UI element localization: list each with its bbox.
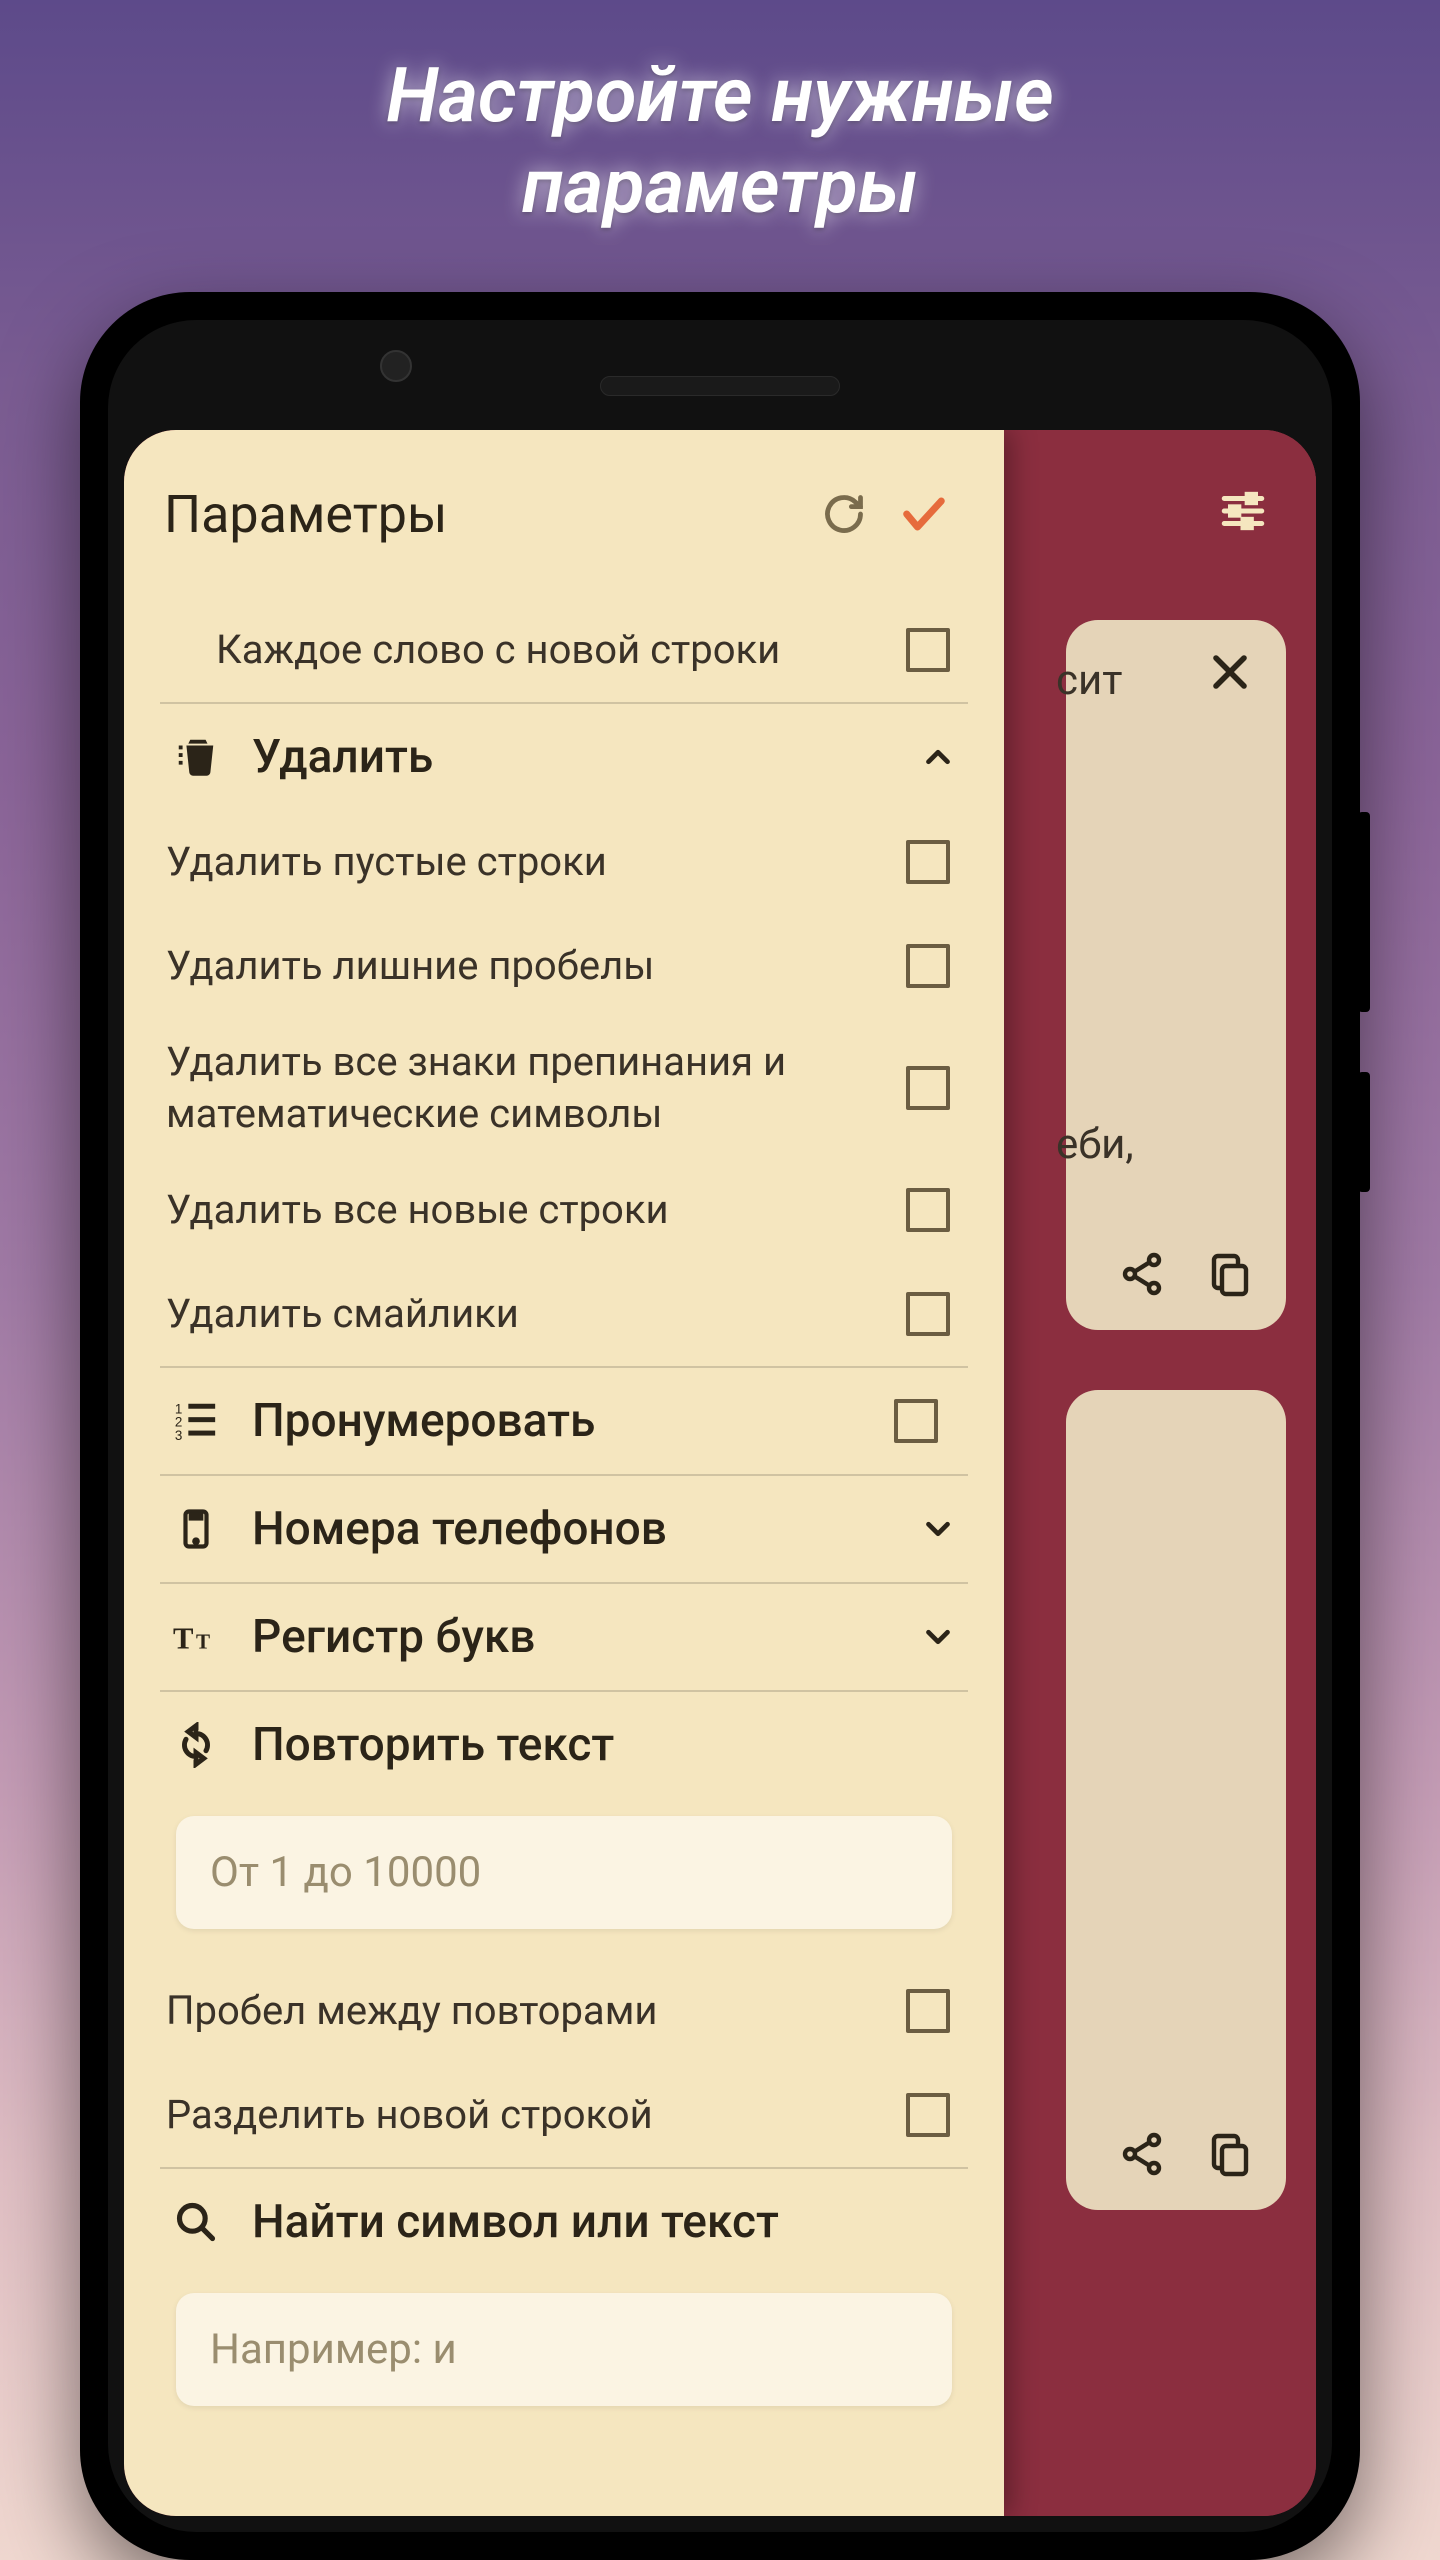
section-title: Удалить	[226, 730, 914, 784]
option-delete-empty-lines[interactable]: Удалить пустые строки	[160, 810, 968, 914]
checkbox[interactable]	[906, 1292, 950, 1336]
checkbox[interactable]	[894, 1399, 938, 1443]
option-space-between-repeats[interactable]: Пробел между повторами	[160, 1959, 968, 2063]
checkbox[interactable]	[906, 1066, 950, 1110]
section-enumerate[interactable]: 123 Пронумеровать	[160, 1366, 968, 1474]
search-icon	[166, 2200, 226, 2244]
partial-text: еби,	[1056, 1120, 1134, 1169]
phone-icon	[166, 1508, 226, 1550]
repeat-icon	[166, 1722, 226, 1768]
trash-icon	[166, 734, 226, 780]
find-input[interactable]: Например: и	[176, 2293, 952, 2406]
partial-text: сит	[1056, 656, 1122, 705]
option-label: Удалить лишние пробелы	[166, 940, 906, 992]
close-icon[interactable]	[1206, 648, 1254, 696]
panel-header: Параметры	[124, 430, 1004, 598]
section-title: Пронумеровать	[226, 1394, 894, 1448]
phone-side-button	[1358, 812, 1370, 1012]
refresh-button[interactable]	[804, 492, 884, 536]
section-title: Номера телефонов	[226, 1502, 914, 1556]
confirm-button[interactable]	[884, 488, 964, 540]
option-delete-punctuation[interactable]: Удалить все знаки препинания и математич…	[160, 1018, 968, 1158]
phone-speaker	[600, 376, 840, 396]
checkbox[interactable]	[906, 840, 950, 884]
phone-frame: сит еби,	[80, 292, 1360, 2560]
chevron-up-icon	[914, 738, 962, 776]
checkbox[interactable]	[906, 1188, 950, 1232]
section-delete[interactable]: Удалить	[160, 702, 968, 810]
section-title: Найти символ или текст	[226, 2195, 962, 2249]
section-phone-numbers[interactable]: Номера телефонов	[160, 1474, 968, 1582]
promo-heading: Настройте нужные параметры	[386, 50, 1054, 232]
section-repeat[interactable]: Повторить текст	[160, 1690, 968, 1798]
share-icon[interactable]	[1118, 2130, 1166, 2178]
option-label: Удалить смайлики	[166, 1288, 906, 1340]
section-letter-case[interactable]: TT Регистр букв	[160, 1582, 968, 1690]
section-title: Регистр букв	[226, 1610, 914, 1664]
option-label: Разделить новой строкой	[166, 2089, 906, 2141]
option-label: Каждое слово с новой строки	[166, 624, 906, 676]
checkbox[interactable]	[906, 944, 950, 988]
list-numbered-icon: 123	[166, 1398, 226, 1444]
option-delete-new-lines[interactable]: Удалить все новые строки	[160, 1158, 968, 1262]
checkbox[interactable]	[906, 2093, 950, 2137]
share-icon[interactable]	[1118, 1250, 1166, 1298]
option-label: Удалить пустые строки	[166, 836, 906, 888]
svg-text:3: 3	[175, 1429, 182, 1444]
app-screen: сит еби,	[124, 430, 1316, 2516]
checkbox[interactable]	[906, 1989, 950, 2033]
svg-text:T: T	[173, 1622, 193, 1656]
parameters-panel: Параметры Каждое слово с новой строки	[124, 430, 1004, 2516]
text-case-icon: TT	[166, 1614, 226, 1660]
option-delete-emoji[interactable]: Удалить смайлики	[160, 1262, 968, 1366]
phone-side-button	[1358, 1072, 1370, 1192]
copy-icon[interactable]	[1206, 1250, 1254, 1298]
tune-icon[interactable]	[1218, 486, 1268, 536]
checkbox[interactable]	[906, 628, 950, 672]
option-each-word-new-line[interactable]: Каждое слово с новой строки	[160, 598, 968, 702]
background-card: сит еби,	[1066, 620, 1286, 1330]
option-label: Удалить все знаки препинания и математич…	[166, 1036, 906, 1140]
chevron-down-icon	[914, 1618, 962, 1656]
background-card	[1066, 1390, 1286, 2210]
repeat-count-input[interactable]: От 1 до 10000	[176, 1816, 952, 1929]
option-delete-extra-spaces[interactable]: Удалить лишние пробелы	[160, 914, 968, 1018]
option-label: Удалить все новые строки	[166, 1184, 906, 1236]
panel-title: Параметры	[164, 484, 804, 545]
option-split-newline[interactable]: Разделить новой строкой	[160, 2063, 968, 2167]
option-label: Пробел между повторами	[166, 1985, 906, 2037]
chevron-down-icon	[914, 1510, 962, 1548]
section-title: Повторить текст	[226, 1718, 962, 1772]
copy-icon[interactable]	[1206, 2130, 1254, 2178]
section-find[interactable]: Найти символ или текст	[160, 2167, 968, 2275]
svg-text:T: T	[196, 1630, 210, 1654]
